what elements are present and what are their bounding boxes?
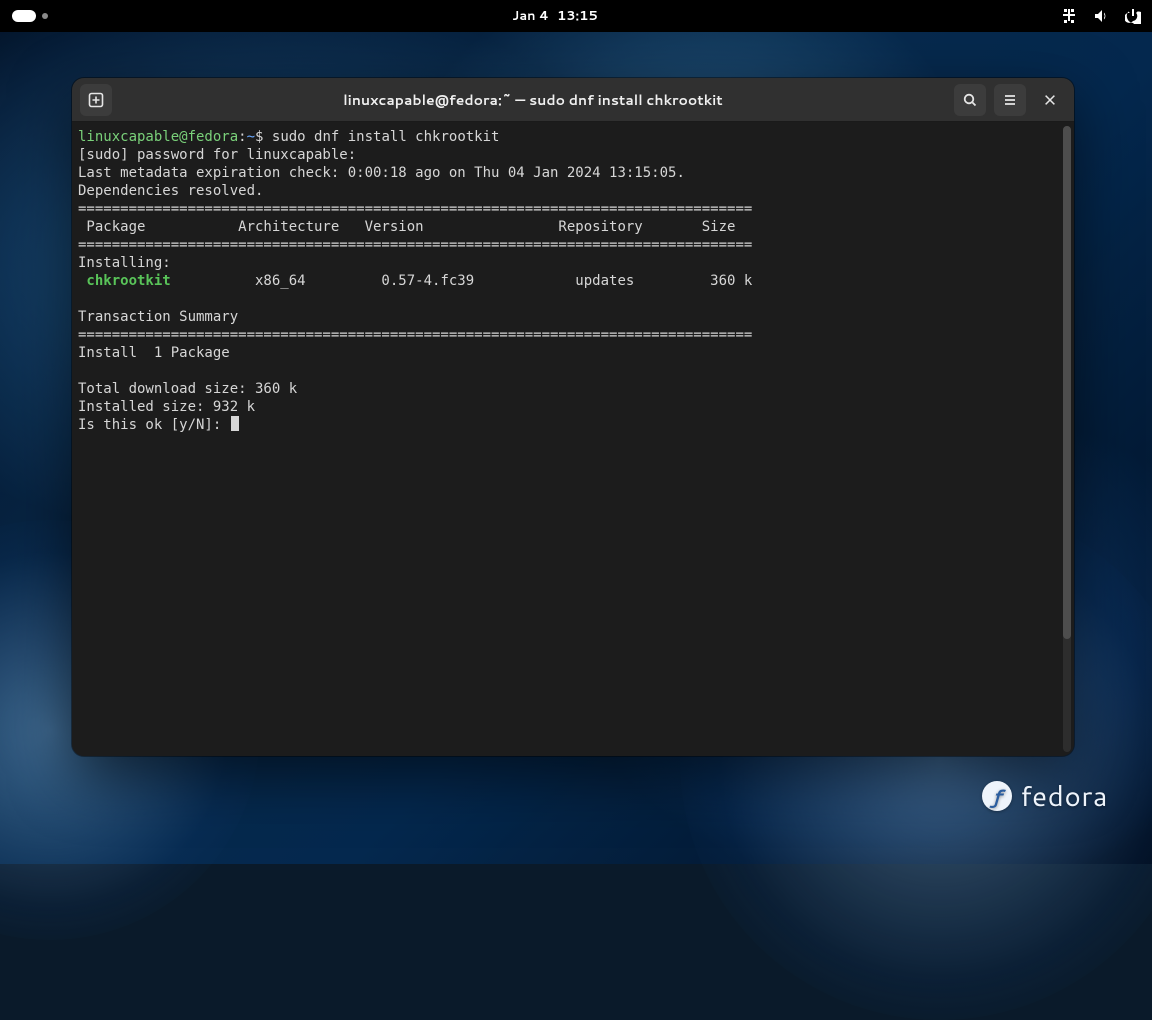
volume-icon[interactable]	[1092, 7, 1110, 25]
output-line: Dependencies resolved.	[78, 183, 263, 199]
network-icon[interactable]	[1060, 7, 1078, 25]
search-button[interactable]	[954, 84, 986, 116]
new-tab-button[interactable]	[80, 84, 112, 116]
clock-button[interactable]: Jan 4 13:15	[512, 7, 598, 25]
table-header: Package Architecture Version Repository …	[78, 219, 735, 235]
fedora-logo-icon: f	[982, 781, 1012, 811]
output-divider: ========================================…	[78, 201, 752, 217]
package-row-rest: x86_64 0.57-4.fc39 updates 360 k	[171, 273, 753, 289]
prompt-colon: :	[238, 129, 246, 145]
terminal-viewport[interactable]: linuxcapable@fedora:~$ sudo dnf install …	[72, 122, 1074, 756]
prompt-user-host: linuxcapable@fedora	[78, 129, 238, 145]
close-button[interactable]	[1034, 84, 1066, 116]
confirm-prompt: Is this ok [y/N]:	[78, 417, 230, 433]
output-divider: ========================================…	[78, 237, 752, 253]
activities-button[interactable]	[10, 8, 50, 24]
scrollbar-thumb[interactable]	[1063, 126, 1071, 639]
package-name: chkrootkit	[78, 273, 171, 289]
fedora-wordmark: fedora	[1020, 776, 1108, 816]
output-line: Install 1 Package	[78, 345, 230, 361]
topbar-date: Jan 4	[512, 7, 549, 25]
activities-area[interactable]	[10, 8, 50, 24]
output-line: [sudo] password for linuxcapable:	[78, 147, 365, 163]
workspace-dot-icon	[42, 13, 48, 19]
output-line: Total download size: 360 k	[78, 381, 297, 397]
window-titlebar[interactable]: linuxcapable@fedora:~ — sudo dnf install…	[72, 78, 1074, 122]
power-icon[interactable]	[1124, 7, 1142, 25]
activities-pill-icon	[12, 10, 36, 22]
output-divider: ========================================…	[78, 327, 752, 343]
terminal-window: linuxcapable@fedora:~ — sudo dnf install…	[72, 78, 1074, 756]
cursor-icon	[231, 416, 239, 431]
menu-button[interactable]	[994, 84, 1026, 116]
terminal-output[interactable]: linuxcapable@fedora:~$ sudo dnf install …	[76, 128, 1074, 434]
output-line: Last metadata expiration check: 0:00:18 …	[78, 165, 685, 181]
system-status-area[interactable]	[1060, 7, 1142, 25]
output-line: Installing:	[78, 255, 171, 271]
prompt-path: ~	[247, 129, 255, 145]
output-line: Transaction Summary	[78, 309, 238, 325]
fedora-watermark: f fedora	[982, 776, 1108, 816]
prompt-symbol: $	[255, 129, 272, 145]
terminal-scrollbar[interactable]	[1063, 126, 1071, 752]
topbar-time: 13:15	[557, 7, 598, 25]
window-title: linuxcapable@fedora:~ — sudo dnf install…	[112, 90, 954, 110]
gnome-top-bar: Jan 4 13:15	[0, 0, 1152, 32]
output-line: Installed size: 932 k	[78, 399, 255, 415]
entered-command: sudo dnf install chkrootkit	[272, 129, 500, 145]
